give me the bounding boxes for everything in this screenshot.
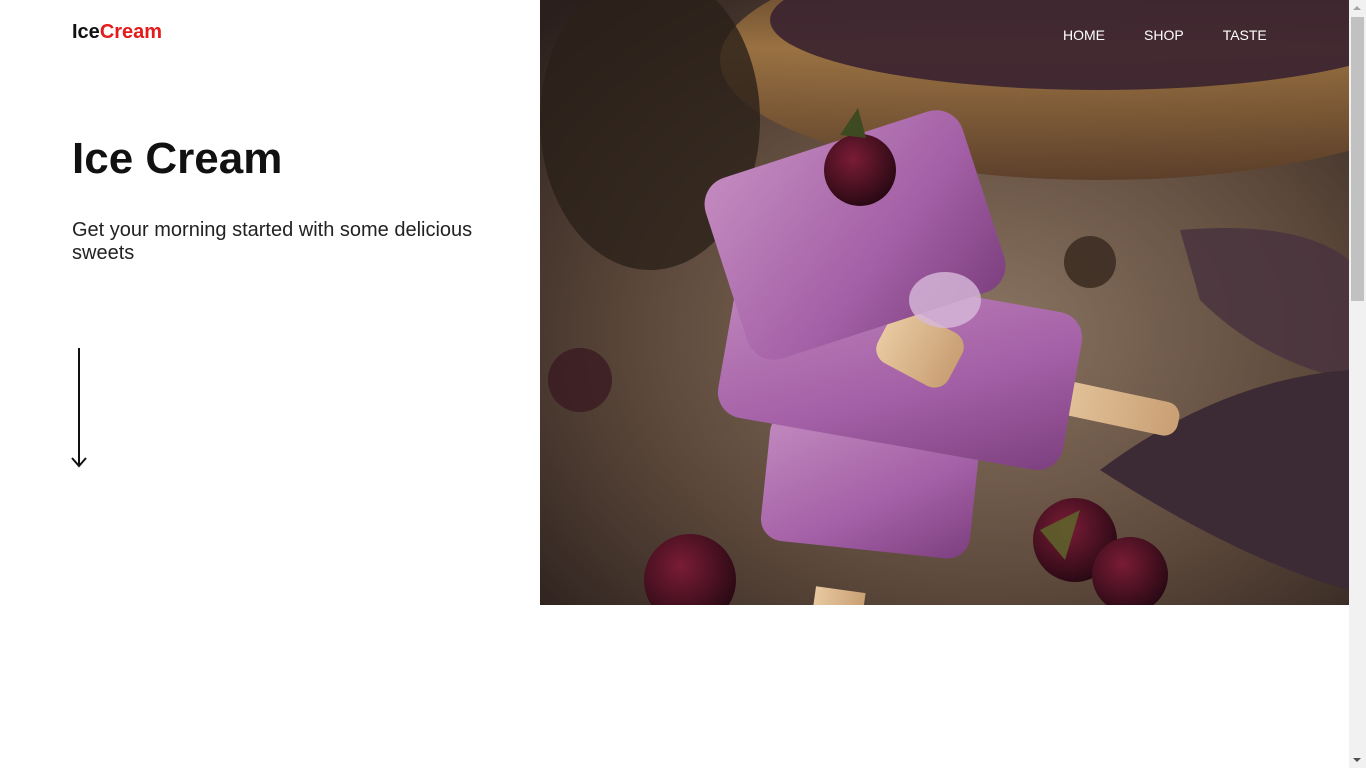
scroll-up-icon[interactable] — [1353, 6, 1361, 10]
scrollbar-thumb[interactable] — [1351, 17, 1364, 301]
logo-part-ice: Ice — [72, 21, 100, 43]
hero-title: Ice Cream — [72, 134, 283, 183]
nav-item-shop[interactable]: SHOP — [1144, 27, 1184, 43]
nav-item-home[interactable]: HOME — [1063, 27, 1105, 43]
logo-part-cream: Cream — [99, 21, 163, 43]
vertical-scrollbar[interactable] — [1349, 0, 1366, 768]
main-nav: HOME SHOP TASTE — [1063, 27, 1306, 43]
arrow-down-icon[interactable] — [70, 346, 88, 470]
scroll-down-icon[interactable] — [1353, 758, 1361, 762]
hero-image — [540, 0, 1349, 605]
page: IceCream Ice Cream Get your morning star… — [0, 0, 1366, 768]
nav-item-taste[interactable]: TASTE — [1223, 27, 1267, 43]
logo[interactable]: IceCream — [72, 21, 162, 44]
hero-subtitle: Get your morning started with some delic… — [72, 219, 473, 264]
